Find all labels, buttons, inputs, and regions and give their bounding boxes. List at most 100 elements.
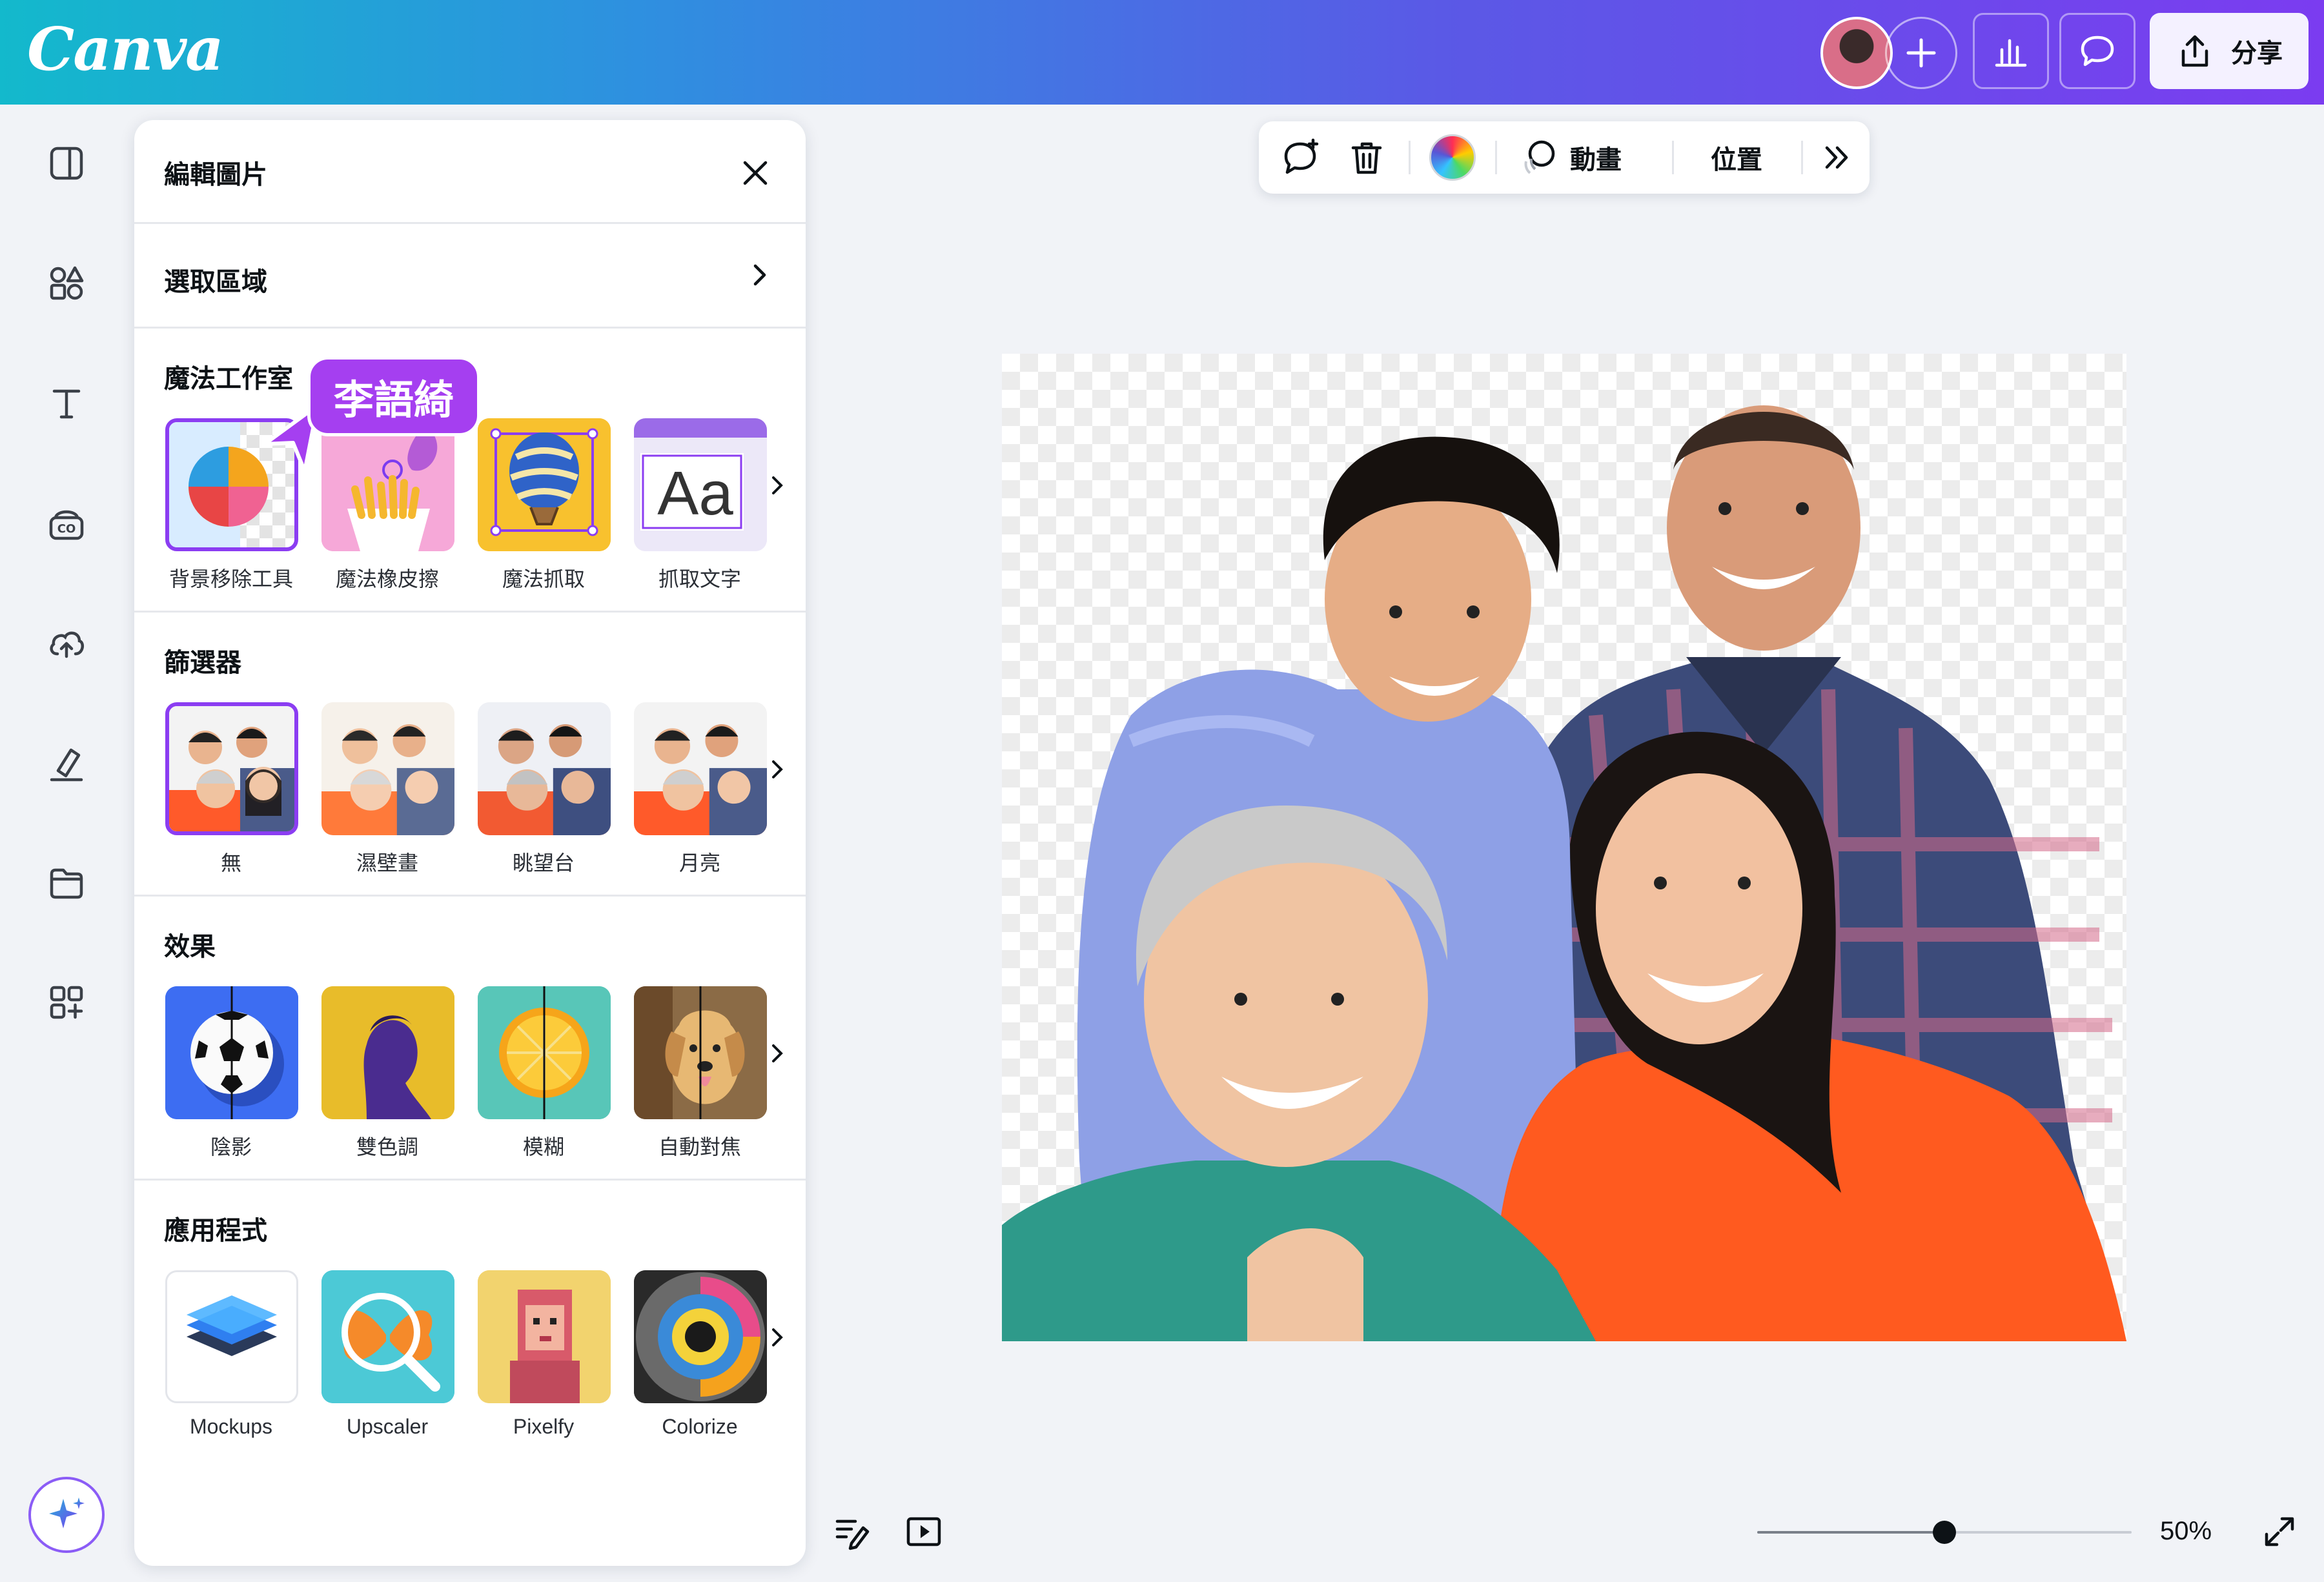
magic-grab-tile[interactable] [478,418,611,551]
close-icon[interactable] [736,154,775,192]
grab-text-tile[interactable]: Aa [634,418,767,551]
orange-slice-thumbnail [478,986,611,1119]
apps-title: 應用程式 [164,1217,267,1245]
effects-next-button[interactable] [764,1035,790,1071]
sparkle-icon [49,1497,85,1528]
chevron-right-icon [772,1328,783,1346]
filter-moon-tile[interactable] [634,702,767,835]
aa-text: Aa [657,459,733,528]
butterfly-magnifier-icon [321,1270,454,1403]
notes-icon [835,1519,870,1550]
uploads-icon[interactable] [43,620,90,667]
animate-label: 動畫 [1570,146,1622,174]
share-button[interactable]: 分享 [2150,13,2309,89]
delete-button[interactable] [1338,121,1396,194]
plus-icon [1906,38,1936,68]
zoom-percent[interactable]: 50% [2160,1517,2212,1546]
design-image[interactable] [1002,354,2126,1341]
filter-none-tile[interactable] [165,702,298,835]
color-button[interactable] [1422,121,1483,194]
insights-button[interactable] [1973,13,2049,89]
effect-blur-tile[interactable] [478,986,611,1119]
draw-icon[interactable] [43,740,90,787]
upload-share-icon [2181,35,2208,67]
duotone-portrait-thumbnail [321,986,454,1119]
magic-eraser-tile[interactable] [321,418,454,551]
comment-bubble-icon [2081,35,2114,66]
comment-add-icon [1284,138,1319,174]
more-tools-button[interactable] [1814,121,1859,194]
golden-retriever-thumbnail [634,986,767,1119]
magic-eraser-label: 魔法橡皮擦 [335,567,439,591]
app-colorize-tile[interactable] [634,1270,767,1403]
animate-button[interactable]: 動畫 [1508,121,1631,194]
panel-title: 編輯圖片 [164,161,267,189]
comment-add-button[interactable] [1272,121,1330,194]
edit-image-panel: 編輯圖片 選取區域 魔法工作室 Aa 背景移除工具 魔法橡皮擦 魔法抓取 抓取文… [134,120,806,1566]
filter-belvedere-tile[interactable] [478,702,611,835]
filters-next-button[interactable] [764,751,790,787]
zoom-slider-handle[interactable] [1933,1521,1956,1544]
double-chevron-right-icon [1825,146,1848,169]
fullscreen-button[interactable] [2258,1510,2301,1553]
filter-moon-label: 月亮 [678,851,720,875]
effect-shadow-tile[interactable] [165,986,298,1119]
group-photo-thumbnail [478,702,611,835]
brand-icon[interactable]: CO [43,500,90,547]
group-photo-thumbnail [634,702,767,835]
position-button[interactable]: 位置 [1685,121,1788,194]
magic-studio-title: 魔法工作室 [164,365,293,393]
chevron-right-icon [772,760,783,778]
toolbar-separator [1801,141,1803,174]
apps-next-button[interactable] [764,1319,790,1355]
present-button[interactable] [902,1510,945,1553]
magic-studio-next-button[interactable] [764,467,790,503]
group-photo-cutout [1002,405,2126,1341]
toolbar-separator [1409,141,1411,174]
effect-blur-label: 模糊 [522,1135,564,1159]
filter-fresco-tile[interactable] [321,702,454,835]
filter-belvedere-label: 眺望台 [512,851,575,875]
app-mockups-tile[interactable] [165,1270,298,1403]
effect-shadow-label: 陰影 [210,1135,252,1159]
colorize-swirl-icon [634,1270,767,1403]
zoom-slider-fill [1757,1531,1944,1534]
play-presentation-icon [906,1517,941,1547]
hot-air-balloon-thumbnail [478,418,611,551]
bg-remover-label: 背景移除工具 [168,567,293,591]
grab-text-label: 抓取文字 [658,567,741,591]
effect-autofocus-tile[interactable] [634,986,767,1119]
chevron-right-icon [772,1044,783,1062]
projects-folder-icon[interactable] [43,860,90,908]
fries-thumbnail [321,418,454,551]
pixel-portrait-icon [478,1270,611,1403]
layout-icon[interactable] [43,139,90,187]
user-avatar[interactable] [1820,17,1893,89]
color-wheel-icon [1429,134,1476,181]
toolbar-separator [1672,141,1674,174]
app-upscaler-tile[interactable] [321,1270,454,1403]
group-photo-thumbnail [321,702,454,835]
effects-title: 效果 [164,933,216,961]
divider [134,895,806,897]
divider [134,1179,806,1181]
divider [134,327,806,329]
app-colorize-label: Colorize [662,1415,738,1438]
panel-header: 編輯圖片 [134,120,806,223]
add-collaborator-button[interactable] [1885,17,1957,89]
canva-logo[interactable]: Canva [27,14,224,84]
animate-icon [1524,140,1555,174]
magic-assistant-button[interactable] [28,1477,105,1553]
filter-fresco-label: 濕壁畫 [356,851,418,875]
app-pixelfy-tile[interactable] [478,1270,611,1403]
app-pixelfy-label: Pixelfy [513,1415,575,1438]
comments-button[interactable] [2059,13,2135,89]
notes-button[interactable] [830,1510,873,1553]
select-area-row[interactable]: 選取區域 [134,223,806,327]
elements-icon[interactable] [43,259,90,307]
text-icon[interactable] [43,380,90,427]
effect-duotone-tile[interactable] [321,986,454,1119]
expand-icon [2265,1517,2294,1547]
chevron-right-icon [772,476,783,494]
apps-icon[interactable] [43,979,90,1026]
